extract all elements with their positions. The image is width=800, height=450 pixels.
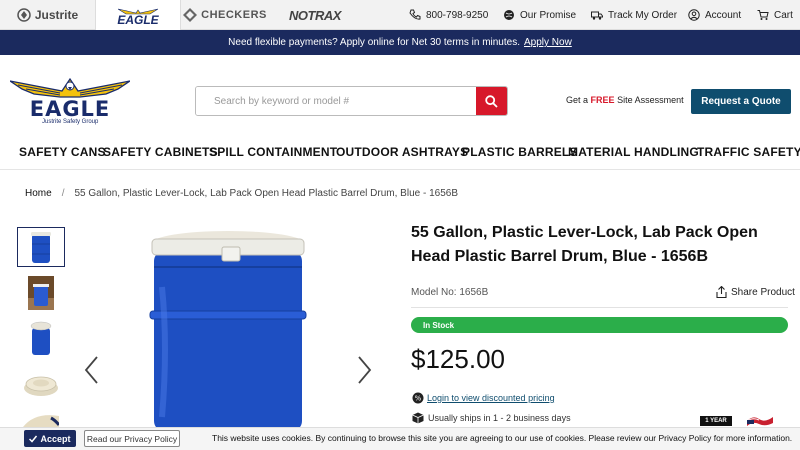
box-icon: [412, 412, 424, 424]
search-input[interactable]: [196, 87, 478, 115]
breadcrumb-separator: /: [61, 188, 65, 199]
brand-tab-notrax[interactable]: NOTRAX: [268, 0, 362, 30]
checkers-logo-icon: [183, 8, 198, 22]
thumb-drum-open-image: [30, 321, 52, 355]
promo-text: Need flexible payments? Apply online for…: [228, 37, 520, 48]
next-image-chevron-icon[interactable]: [355, 355, 373, 385]
justrite-logo-icon: [17, 8, 31, 22]
accept-label: Accept: [40, 433, 71, 444]
us-flag-badge-icon: [746, 417, 773, 426]
shipping-info: Usually ships in 1 - 2 business days: [412, 412, 571, 424]
track-order-link[interactable]: Track My Order: [591, 0, 677, 30]
nav-safety-cabinets[interactable]: SAFETY CABINETS: [103, 145, 218, 159]
thumbnail-4[interactable]: [17, 363, 65, 403]
search-bar: [195, 86, 508, 116]
checkmark-icon: [29, 435, 38, 443]
nav-plastic-barrels[interactable]: PLASTIC BARRELS: [462, 145, 578, 159]
nav-traffic-safety[interactable]: TRAFFIC SAFETY: [697, 145, 800, 159]
brand-tab-checkers[interactable]: CHECKERS: [181, 0, 268, 30]
divider: [411, 307, 788, 308]
brand-notrax-label: NOTRAX: [289, 7, 341, 23]
phone-icon: [409, 9, 421, 20]
request-quote-button[interactable]: Request a Quote: [691, 89, 791, 114]
cart-label: Cart: [774, 9, 793, 21]
site-header: EAGLE Justrite Safety Group Get a FREE S…: [0, 55, 800, 135]
privacy-policy-button[interactable]: Read our Privacy Policy: [84, 430, 180, 447]
cart-link[interactable]: Cart: [757, 0, 793, 30]
our-promise-link[interactable]: Our Promise: [503, 0, 576, 30]
promo-banner: Need flexible payments? Apply online for…: [0, 30, 800, 55]
apply-now-link[interactable]: Apply Now: [524, 37, 572, 48]
warranty-badge: 1 YEAR: [700, 416, 732, 426]
nav-spill-containment[interactable]: SPILL CONTAINMENT: [209, 145, 337, 159]
thumb-drum-scene-image: [28, 276, 54, 310]
thumb-drum-blue-image: [31, 232, 51, 263]
product-main-image: [149, 231, 307, 427]
brand-eagle-label: EAGLE: [117, 12, 159, 27]
login-pricing-text: Login to view discounted pricing: [427, 393, 555, 403]
main-nav: SAFETY CANS SAFETY CABINETS SPILL CONTAI…: [0, 135, 800, 170]
account-link[interactable]: Account: [688, 0, 741, 30]
cookie-message: This website uses cookies. By continuing…: [212, 433, 793, 443]
brand-checkers-label: CHECKERS: [201, 9, 267, 21]
search-button[interactable]: [476, 87, 507, 115]
share-label: Share Product: [731, 286, 795, 298]
svg-text:%: %: [415, 395, 422, 403]
truck-icon: [591, 11, 603, 20]
thumb-lid-image: [24, 376, 58, 396]
assess-free-text: FREE: [590, 95, 615, 105]
assess-pre-text: Get a: [566, 95, 589, 105]
thumb-lid-detail-image: [23, 415, 59, 427]
model-number: Model No: 1656B: [411, 287, 489, 298]
site-assessment-link[interactable]: Get a FREE Site Assessment: [566, 95, 684, 105]
phone-number: 800-798-9250: [426, 9, 489, 21]
breadcrumb-current: 55 Gallon, Plastic Lever-Lock, Lab Pack …: [74, 188, 458, 199]
thumbnail-3[interactable]: [17, 318, 65, 358]
accept-cookies-button[interactable]: Accept: [24, 430, 76, 447]
thumbnail-2[interactable]: [17, 273, 65, 313]
globe-icon: [504, 10, 514, 20]
thumbnail-1[interactable]: [17, 227, 65, 267]
share-product-button[interactable]: Share Product: [716, 286, 795, 298]
breadcrumb-home[interactable]: Home: [25, 188, 52, 199]
cart-icon: [757, 10, 769, 20]
eagle-logo[interactable]: EAGLE Justrite Safety Group: [10, 75, 130, 127]
brand-tab-eagle[interactable]: EAGLE: [95, 0, 181, 31]
stock-status-badge: In Stock: [411, 317, 788, 333]
phone-link[interactable]: 800-798-9250: [409, 0, 488, 30]
shipping-text: Usually ships in 1 - 2 business days: [428, 413, 571, 423]
logo-wordmark: EAGLE: [29, 97, 111, 121]
track-order-label: Track My Order: [608, 9, 678, 21]
logo-subtitle: Justrite Safety Group: [42, 119, 99, 125]
cookie-banner: Accept Read our Privacy Policy This webs…: [0, 427, 800, 450]
previous-image-chevron-icon[interactable]: [83, 355, 101, 385]
assess-post-text: Site Assessment: [617, 95, 684, 105]
discount-badge-icon: %: [412, 392, 424, 404]
brand-justrite-label: Justrite: [34, 8, 79, 22]
brand-bar: Justrite EAGLE CHECKERS NOTRAX 800-798-9…: [0, 0, 800, 31]
thumbnail-5[interactable]: [17, 408, 65, 427]
product-price: $125.00: [411, 344, 505, 374]
account-label: Account: [705, 9, 742, 21]
nav-outdoor-ashtrays[interactable]: OUTDOOR ASHTRAYS: [336, 145, 468, 159]
product-title: 55 Gallon, Plastic Lever-Lock, Lab Pack …: [411, 224, 758, 265]
our-promise-label: Our Promise: [520, 9, 577, 21]
search-icon: [485, 94, 498, 108]
user-icon: [688, 9, 700, 21]
nav-material-handling[interactable]: MATERIAL HANDLING: [568, 145, 699, 159]
nav-safety-cans[interactable]: SAFETY CANS: [19, 145, 106, 159]
login-pricing-link[interactable]: % Login to view discounted pricing: [412, 392, 555, 404]
brand-tab-justrite[interactable]: Justrite: [0, 0, 95, 30]
share-icon: [716, 286, 727, 298]
breadcrumb: Home / 55 Gallon, Plastic Lever-Lock, La…: [25, 188, 458, 199]
